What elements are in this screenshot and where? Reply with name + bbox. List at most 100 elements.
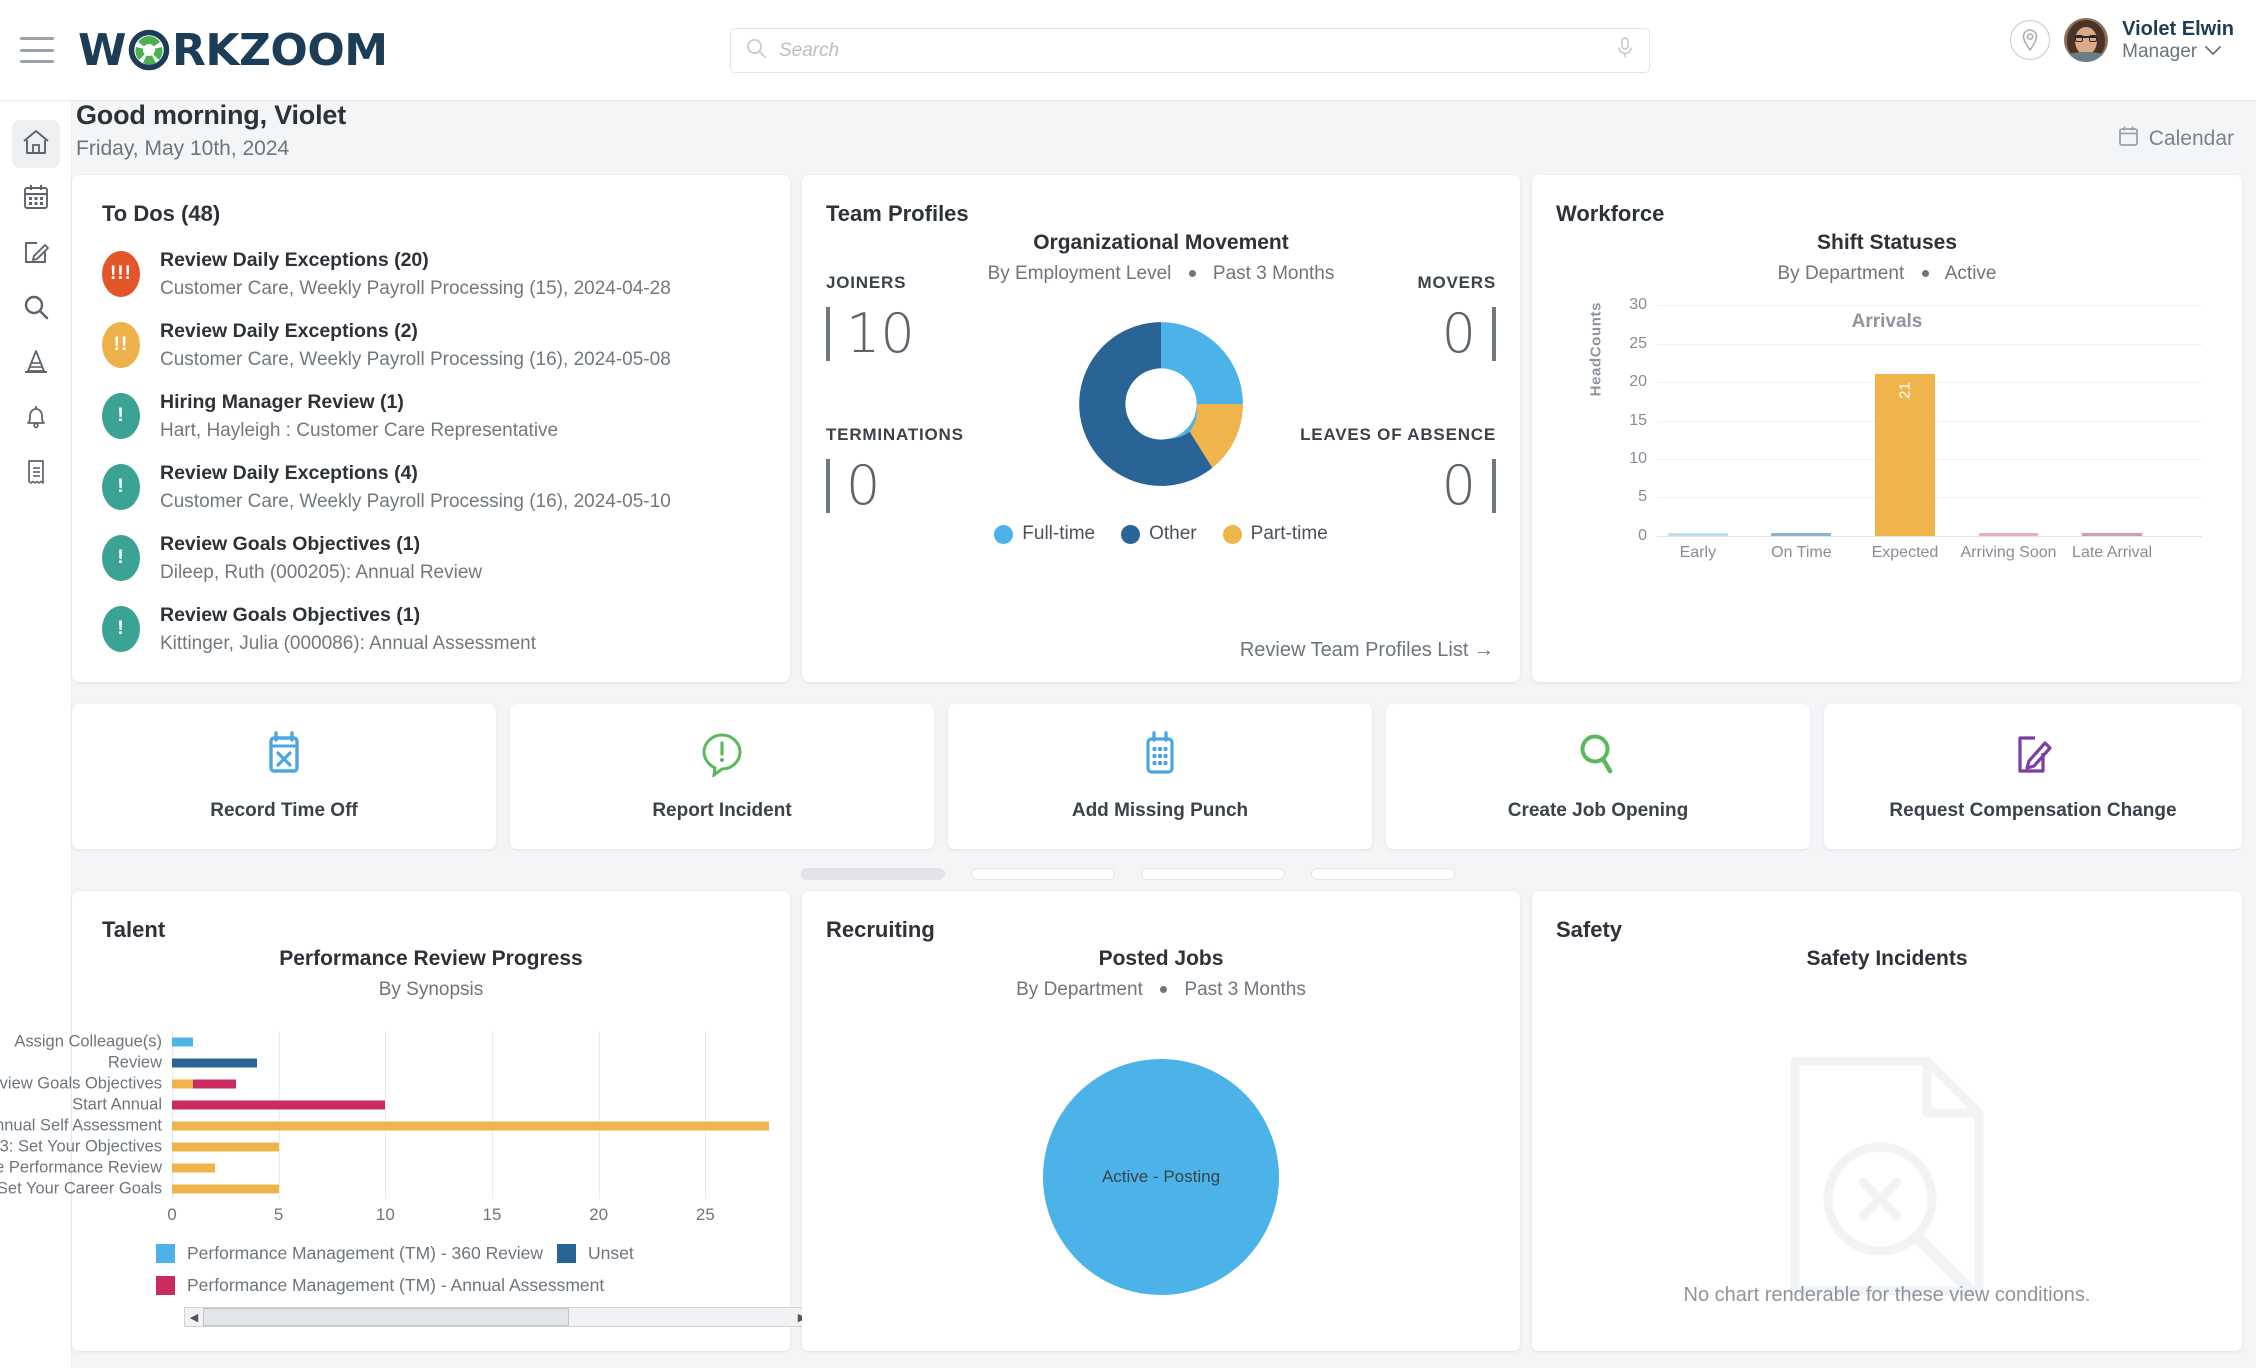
calendar-x-icon	[264, 731, 304, 782]
legend-item-other[interactable]: Other	[1121, 523, 1197, 545]
sidebar-item-safety[interactable]	[12, 340, 60, 388]
recruiting-card: Recruiting Posted Jobs By Department Pas…	[802, 891, 1520, 1351]
quick-action-record-time-off[interactable]: Record Time Off	[72, 704, 496, 849]
organizational-movement-donut-chart[interactable]	[1072, 315, 1250, 493]
hbar-label: Assign Colleague(s)	[14, 1032, 162, 1050]
hbar-label: Review Goals Objectives	[0, 1074, 162, 1092]
shift-statuses-bar-chart[interactable]: HeadCounts 30 25 20 15 10 5 0 Early On T…	[1588, 296, 2202, 565]
legend-label[interactable]: Performance Management (TM) - Annual Ass…	[187, 1275, 604, 1296]
posted-jobs-header: Posted Jobs By Department Past 3 Months	[826, 947, 1496, 1001]
bar-group-expected[interactable]: 21 Expected	[1872, 305, 1938, 561]
workforce-card: Workforce Shift Statuses By Department A…	[1532, 175, 2242, 682]
legend-item-part-time[interactable]: Part-time	[1222, 523, 1328, 545]
bar-group-early[interactable]: Early	[1667, 305, 1728, 561]
bar-group-late-arrival[interactable]: Late Arrival	[2072, 305, 2152, 561]
magnifier-icon	[1576, 731, 1620, 782]
chart-title: Safety Incidents	[1806, 947, 1968, 970]
hbar-row[interactable]: Assign Colleague(s)	[14, 1031, 812, 1052]
page-title: Good morning, Violet	[76, 100, 346, 130]
hbar-segment[interactable]	[172, 1184, 279, 1193]
team-profiles-title: Team Profiles	[826, 201, 969, 226]
avatar[interactable]	[2064, 18, 2109, 63]
todo-heading: Hiring Manager Review (1)	[160, 391, 404, 413]
hbar-segment[interactable]	[172, 1163, 215, 1172]
posted-jobs-pie-chart[interactable]: Active - Posting	[1043, 1059, 1279, 1295]
list-item[interactable]: ! Review Goals Objectives (1) Kittinger,…	[102, 604, 760, 655]
x-tick: 25	[695, 1205, 715, 1224]
chevron-down-icon[interactable]	[2205, 43, 2222, 61]
sidebar-item-reports[interactable]	[12, 450, 60, 498]
quick-action-add-missing-punch[interactable]: Add Missing Punch	[948, 704, 1372, 849]
bar-value-label: 21	[1896, 382, 1914, 400]
list-item[interactable]: !! Review Daily Exceptions (2) Customer …	[102, 320, 760, 371]
scrollbar-thumb[interactable]	[203, 1308, 569, 1326]
search-input[interactable]	[779, 39, 1615, 62]
bar-group-arriving-soon[interactable]: Arriving Soon	[1960, 305, 2057, 561]
hbar-row[interactable]: Start Annual	[72, 1094, 812, 1115]
sidebar-item-home[interactable]	[11, 120, 60, 168]
hbar-row[interactable]: Review	[108, 1052, 812, 1073]
global-search[interactable]	[730, 28, 1650, 73]
bar[interactable]: 21	[1875, 374, 1935, 536]
hbar-row[interactable]: Step 3 of 3: Set Your Career Goals	[0, 1178, 812, 1199]
hbar-segment[interactable]	[193, 1079, 236, 1088]
hbar-row[interactable]: Step 2 of 2: Complete Performance Review	[0, 1157, 812, 1178]
document-search-x-icon	[1777, 1051, 1997, 1306]
traffic-cone-icon	[21, 347, 51, 382]
todo-heading: Review Goals Objectives (1)	[160, 533, 421, 555]
todo-subtext: Customer Care, Weekly Payroll Processing…	[160, 349, 671, 370]
bar[interactable]	[1771, 532, 1832, 536]
list-item[interactable]: ! Review Daily Exceptions (4) Customer C…	[102, 462, 760, 513]
carousel-pip-2[interactable]	[971, 868, 1115, 880]
sidebar-item-notifications[interactable]	[12, 395, 60, 443]
location-pin-icon[interactable]	[2010, 20, 2051, 61]
quick-action-request-compensation-change[interactable]: Request Compensation Change	[1824, 704, 2242, 849]
scroll-left-arrow-icon[interactable]: ◀	[185, 1308, 203, 1326]
talent-horizontal-scrollbar[interactable]: ◀ ▶	[184, 1307, 812, 1327]
bar[interactable]	[1667, 532, 1728, 536]
sidebar-item-edit[interactable]	[12, 230, 60, 278]
hamburger-menu-icon[interactable]	[20, 37, 54, 63]
user-zone[interactable]: Violet Elwin Manager	[2010, 18, 2234, 63]
microphone-icon[interactable]	[1615, 36, 1635, 65]
list-item[interactable]: ! Review Goals Objectives (1) Dileep, Ru…	[102, 533, 760, 584]
hbar-segment[interactable]	[172, 1121, 770, 1130]
y-tick: 20	[1629, 372, 1647, 390]
quick-action-create-job-opening[interactable]: Create Job Opening	[1386, 704, 1810, 849]
bar[interactable]	[1978, 532, 2039, 536]
hbar-row[interactable]: Start Annual Self Assessment	[0, 1115, 812, 1136]
carousel-pip-4[interactable]	[1311, 868, 1455, 880]
carousel-pip-1[interactable]	[801, 868, 945, 880]
sidebar	[0, 101, 72, 1368]
hbar-segment[interactable]	[172, 1079, 194, 1088]
legend-label[interactable]: Unset	[588, 1243, 634, 1264]
carousel-pip-3[interactable]	[1141, 868, 1285, 880]
x-tick: 10	[375, 1205, 395, 1224]
list-item[interactable]: ! Hiring Manager Review (1) Hart, Haylei…	[102, 391, 760, 442]
hbar-segment[interactable]	[172, 1100, 386, 1109]
kpi-value: 10	[826, 307, 915, 361]
calendar-button[interactable]: Calendar	[2118, 125, 2234, 153]
sidebar-item-calendar[interactable]	[12, 175, 60, 223]
performance-review-progress-chart[interactable]: Assign Colleague(s) Review Review Goals …	[0, 1031, 821, 1224]
hbar-row[interactable]: Step 1 of 3: Set Your Objectives	[0, 1136, 812, 1157]
legend-item-full-time[interactable]: Full-time	[994, 523, 1095, 545]
sidebar-item-search[interactable]	[12, 285, 60, 333]
quick-action-report-incident[interactable]: Report Incident	[510, 704, 934, 849]
list-item[interactable]: !!! Review Daily Exceptions (20) Custome…	[102, 249, 760, 300]
workzoom-logo[interactable]: W RKZOOM	[78, 24, 388, 76]
hbar-segment[interactable]	[172, 1058, 258, 1067]
legend-swatch	[156, 1276, 175, 1295]
logo-text-part1: W	[78, 24, 127, 76]
workforce-title: Workforce	[1556, 201, 1665, 226]
legend-label[interactable]: Performance Management (TM) - 360 Review	[187, 1243, 557, 1264]
bar-group-on-time[interactable]: On Time	[1771, 305, 1832, 561]
bar[interactable]	[2082, 532, 2143, 536]
hbar-segment[interactable]	[172, 1142, 279, 1151]
scrollbar-track[interactable]	[203, 1308, 793, 1326]
hbar-segment[interactable]	[172, 1037, 194, 1046]
review-team-profiles-list-link[interactable]: Review Team Profiles List →	[1240, 639, 1494, 662]
priority-badge: !!!	[102, 251, 140, 297]
home-icon	[21, 127, 51, 162]
hbar-row[interactable]: Review Goals Objectives	[0, 1073, 812, 1094]
